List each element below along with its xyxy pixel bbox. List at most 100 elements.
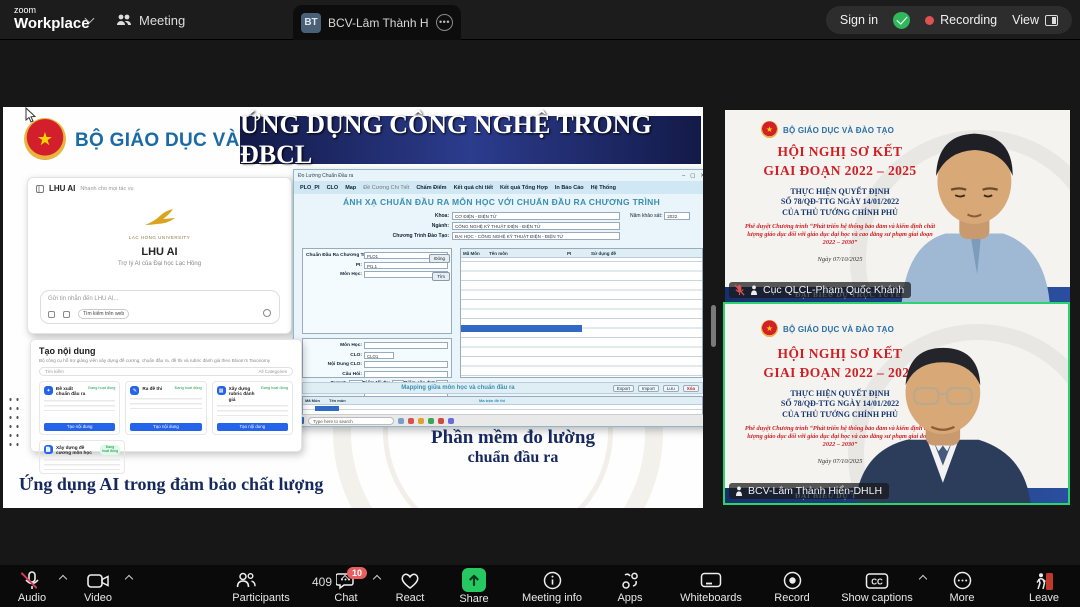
taskbar-icon[interactable] <box>408 418 414 424</box>
app-course-table[interactable]: Mã Môn Tên môn PI Sử dụng đề <box>460 248 703 378</box>
create-content-button[interactable]: Tạo nội dung <box>217 423 288 431</box>
gallery-scrollbar[interactable] <box>711 305 716 347</box>
menu-item[interactable]: Chấm Điểm <box>416 185 446 191</box>
svg-text:CC: CC <box>871 577 883 586</box>
ctdt-select[interactable]: ĐẠI HỌC - CÔNG NGHỆ KỸ THUẬT ĐIỆN - ĐIỆN… <box>452 232 620 240</box>
participant-video-bottom-active[interactable]: ★ BỘ GIÁO DỤC VÀ ĐÀO TẠO HỘI NGHỊ SƠ KẾT… <box>723 302 1070 505</box>
save-button[interactable]: Lưu <box>663 385 679 392</box>
import-button[interactable]: Import <box>638 385 659 392</box>
portal-card[interactable]: ▦Xây dựng rubric đánh giáĐang hoạt động … <box>212 381 293 435</box>
tab-meeting[interactable]: Meeting <box>116 8 185 32</box>
menu-item[interactable]: Hệ Thống <box>591 185 616 191</box>
app-window-title: Đo Lường Chuẩn Đầu ra <box>298 173 353 179</box>
lhu-input-tools: Tìm kiếm trên web <box>48 309 129 319</box>
mapping-table[interactable]: Mã Môn Tên môn Ma trận đề thi <box>302 396 703 416</box>
react-button[interactable]: React <box>388 568 432 605</box>
audio-options-chevron[interactable] <box>59 575 67 583</box>
more-button[interactable]: More <box>940 568 984 605</box>
shared-screen-slide: ★ BỘ GIÁO DỤC VÀ ĐÀO TẠO ỨNG DỤNG CÔNG N… <box>3 107 703 508</box>
show-captions-button[interactable]: CC Show captions <box>834 568 920 605</box>
portal-card-row2: 📄Xây dựng đề cương môn họcĐang hoạt động <box>39 440 125 474</box>
leave-button[interactable]: Leave <box>1022 568 1066 604</box>
nganh-select[interactable]: CÔNG NGHỆ KỸ THUẬT ĐIỆN - ĐIỆN TỬ <box>452 222 620 230</box>
portal-search-bar[interactable]: Tìm kiếm All Categories <box>39 367 293 376</box>
leave-door-icon <box>1034 571 1054 591</box>
sign-in-button[interactable]: Sign in <box>840 13 878 27</box>
monhoc-value[interactable] <box>364 342 448 349</box>
apps-button[interactable]: Apps <box>608 568 652 605</box>
measurement-app-screenshot: Đo Lường Chuẩn Đầu ra – ▢ ✕ PLO_PI CLO M… <box>293 169 703 427</box>
create-content-button[interactable]: Tạo nội dung <box>44 423 115 431</box>
column-header: Mã Môn <box>303 398 329 403</box>
meeting-info-button[interactable]: Meeting info <box>516 568 588 605</box>
captions-options-chevron[interactable] <box>919 574 927 582</box>
window-controls: – ▢ ✕ <box>682 173 703 179</box>
menu-item[interactable]: In Báo Cáo <box>555 185 584 191</box>
card-icon: ▦ <box>217 386 226 395</box>
video-button[interactable]: Video <box>76 568 120 604</box>
tab-shared-screen[interactable]: BT BCV-Lâm Thành Hiển-DHLH's scr ••• <box>293 5 461 40</box>
taskbar-icon[interactable] <box>398 418 404 424</box>
attach-icon[interactable] <box>48 311 55 318</box>
whiteboards-button[interactable]: Whiteboards <box>672 568 750 605</box>
khoa-select[interactable]: CƠ ĐIỆN - ĐIỆN TỬ <box>452 212 620 220</box>
close-icon[interactable]: ✕ <box>700 173 703 179</box>
export-button[interactable]: Export <box>613 385 634 392</box>
taskbar-search-input[interactable]: Type here to search <box>308 417 394 425</box>
taskbar-icon[interactable] <box>438 418 444 424</box>
security-shield-icon[interactable] <box>893 12 910 29</box>
taskbar-app-icons[interactable] <box>398 418 454 424</box>
apps-icon <box>621 571 640 591</box>
camera-icon <box>87 571 109 591</box>
close-button[interactable]: Đóng <box>429 254 450 263</box>
cauhoi-input[interactable] <box>364 371 448 378</box>
find-button[interactable]: Tìm <box>432 272 450 281</box>
create-content-button[interactable]: Tạo nội dung <box>130 423 201 431</box>
field-label: Môn Học: <box>306 272 364 277</box>
recording-dot-icon <box>925 16 934 25</box>
send-icon[interactable] <box>263 309 271 317</box>
menu-item[interactable]: Đề Cương Chi Tiết <box>363 185 409 191</box>
chat-unread-badge: 10 <box>347 567 367 579</box>
image-icon[interactable] <box>63 311 70 318</box>
taskbar-icon[interactable] <box>428 418 434 424</box>
web-search-toggle[interactable]: Tìm kiếm trên web <box>78 309 129 319</box>
chat-options-chevron[interactable] <box>373 574 381 582</box>
column-header: PI <box>567 251 591 256</box>
video-options-chevron[interactable] <box>125 575 133 583</box>
portal-card[interactable]: ✎Ra đề thiĐang hoạt động Tạo nội dung <box>125 381 206 435</box>
taskbar-icon[interactable] <box>418 418 424 424</box>
participant-video-top[interactable]: ★ BỘ GIÁO DỤC VÀ ĐÀO TẠO HỘI NGHỊ SƠ KẾT… <box>725 110 1070 302</box>
record-button[interactable]: Record <box>770 568 814 605</box>
participants-button[interactable]: 409 Participants <box>218 568 304 605</box>
portal-filter[interactable]: All Categories <box>258 369 287 374</box>
year-select[interactable]: 2022 <box>664 212 690 220</box>
view-button[interactable]: View <box>1012 13 1058 27</box>
audio-button[interactable]: Audio <box>10 568 54 604</box>
meeting-toolbar: Audio Video 409 Participants <box>0 565 1080 607</box>
minimize-icon[interactable]: – <box>682 173 685 179</box>
chat-button[interactable]: 10 Chat <box>324 568 368 605</box>
clo-select[interactable]: CLO1 <box>364 352 394 359</box>
card-description <box>130 398 201 409</box>
menu-item[interactable]: Kết quả chi tiết <box>454 185 493 191</box>
selected-row[interactable] <box>461 325 582 332</box>
menu-item[interactable]: Map <box>345 185 356 191</box>
noidung-input[interactable] <box>364 361 448 368</box>
maximize-icon[interactable]: ▢ <box>690 173 695 179</box>
lhu-message-input[interactable]: Gửi tin nhắn đến LHU AI... Tìm kiếm trên… <box>40 290 280 324</box>
delete-button[interactable]: Xóa <box>683 385 699 392</box>
app-left-panel: Chuẩn Đầu Ra Chương Trình:PLO1 PI:PI1.1 … <box>302 248 452 378</box>
portal-card[interactable]: ✦Đề xuất chuẩn đầu raĐang hoạt động Tạo … <box>39 381 120 435</box>
vietnam-emblem-icon: ★ <box>761 121 778 138</box>
tab-options-icon[interactable]: ••• <box>436 14 453 31</box>
selected-mapping-cell[interactable] <box>315 406 339 411</box>
share-button[interactable]: Share <box>452 568 496 605</box>
lhu-input-placeholder: Gửi tin nhắn đến LHU AI... <box>48 296 272 302</box>
portal-card-row: ✦Đề xuất chuẩn đầu raĐang hoạt động Tạo … <box>39 381 293 435</box>
menu-item[interactable]: Kết quả Tổng Hợp <box>500 185 548 191</box>
taskbar-icon[interactable] <box>448 418 454 424</box>
menu-item[interactable]: CLO <box>327 185 339 191</box>
menu-item[interactable]: PLO_PI <box>300 185 320 191</box>
portal-card[interactable]: 📄Xây dựng đề cương môn họcĐang hoạt động <box>39 440 125 474</box>
